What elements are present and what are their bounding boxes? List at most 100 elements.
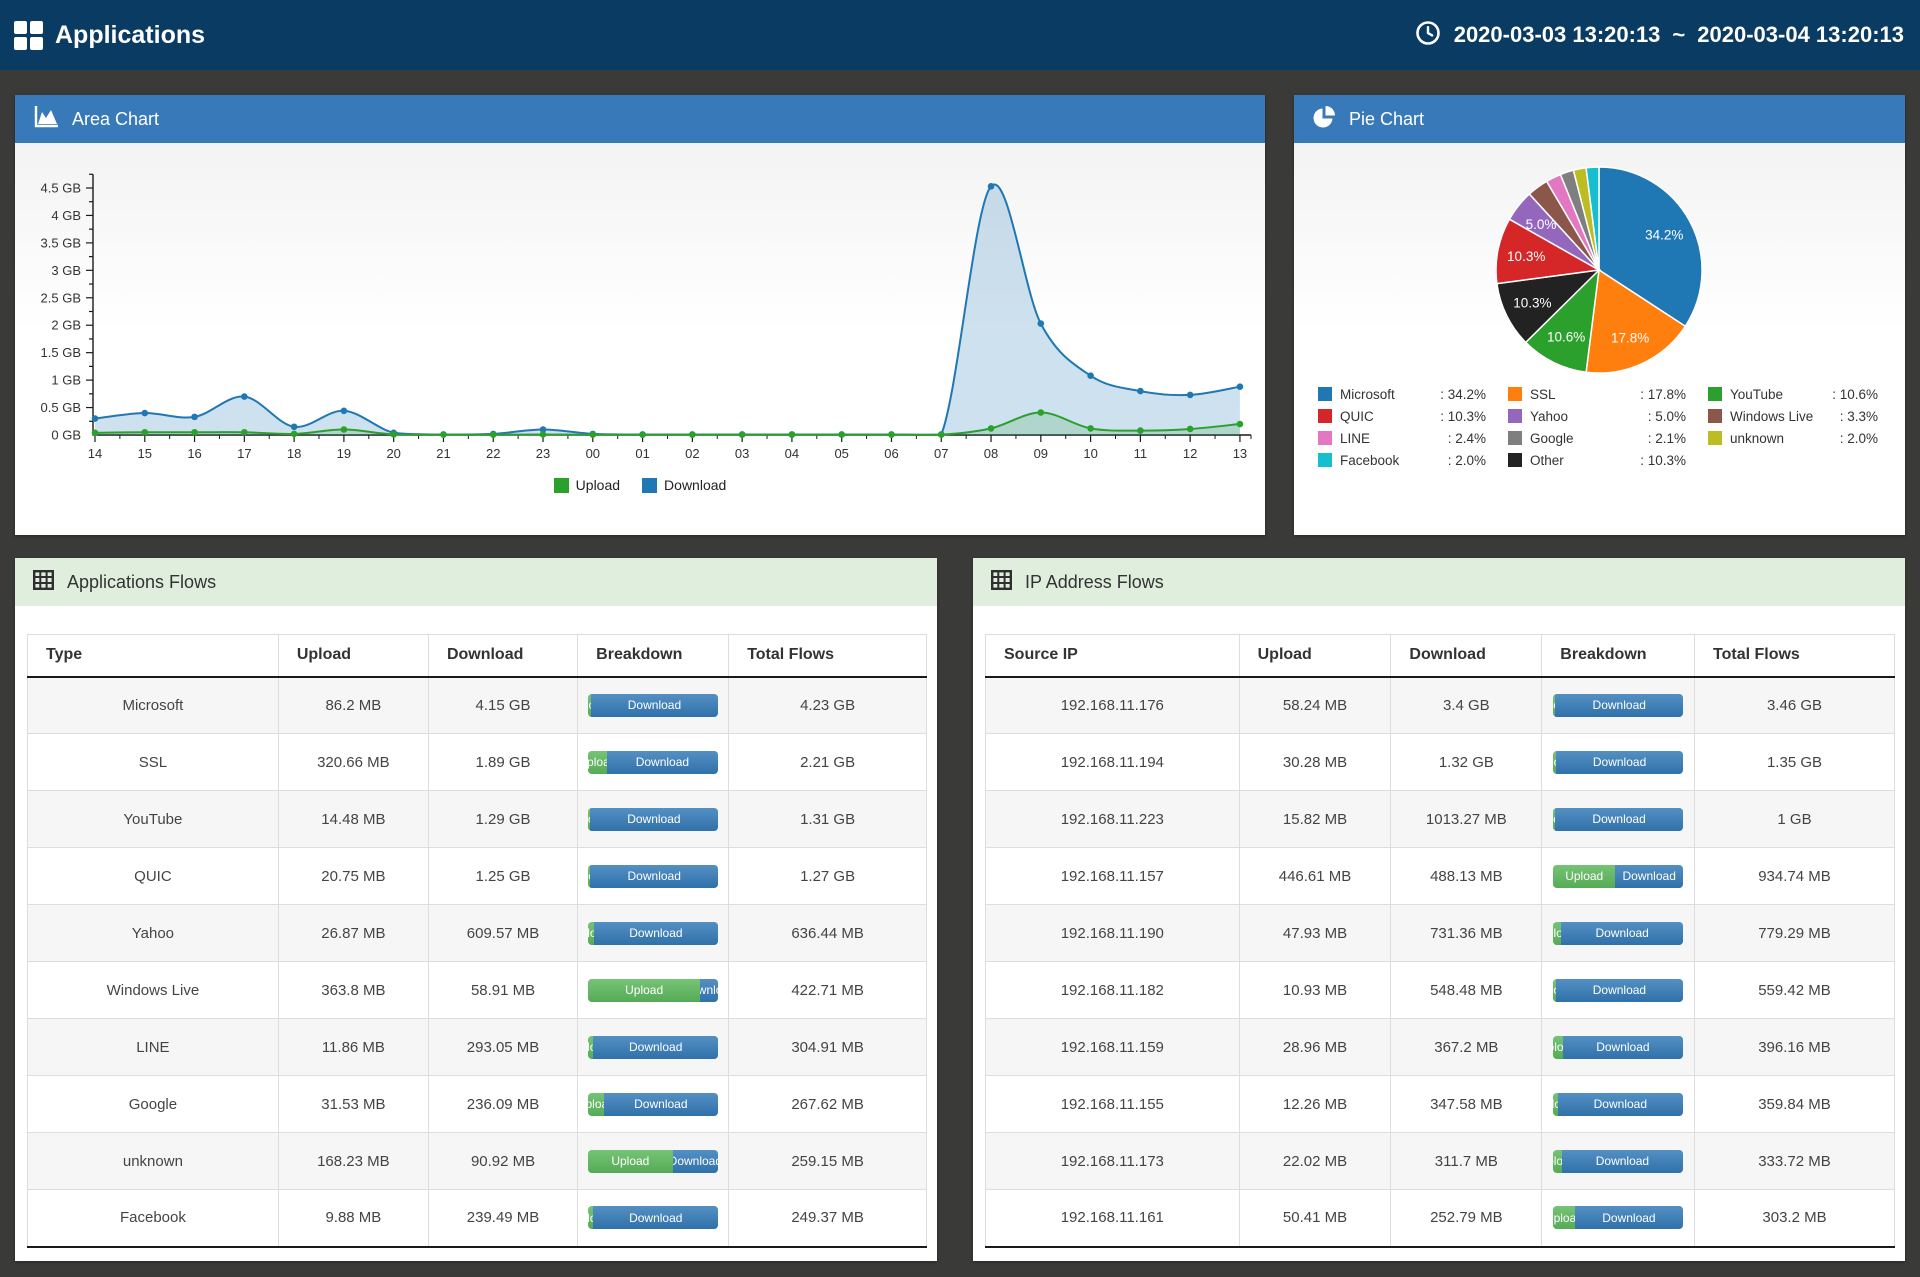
breakdown-download-label: Download <box>673 1154 719 1168</box>
pie-legend-item-google[interactable]: Google : 2.1% <box>1508 427 1686 449</box>
legend-swatch <box>1508 409 1522 423</box>
svg-text:1.5 GB: 1.5 GB <box>41 345 81 360</box>
cell-total-flows: 267.62 MB <box>729 1076 927 1133</box>
breakdown-download-label: Download <box>700 983 718 997</box>
pie-chart-svg[interactable]: 34.2%17.8%10.6%10.3%10.3%5.0% <box>1294 143 1905 381</box>
table-row: 192.168.11.157446.61 MB488.13 MBUploadDo… <box>986 848 1895 905</box>
legend-item-upload[interactable]: Upload <box>554 477 620 493</box>
cell-breakdown: UploadDownload <box>1542 1019 1695 1076</box>
cell-type: LINE <box>28 1019 279 1076</box>
cell-total-flows: 636.44 MB <box>729 905 927 962</box>
data-point-upload <box>191 429 198 436</box>
cell-upload: 20.75 MB <box>278 848 428 905</box>
cell-type: Facebook <box>28 1190 279 1247</box>
legend-item-download[interactable]: Download <box>642 477 726 493</box>
date-range-text: 2020-03-03 13:20:13 ~ 2020-03-04 13:20:1… <box>1454 22 1904 48</box>
cell-total-flows: 333.72 MB <box>1695 1133 1895 1190</box>
applications-flows-panel: Applications Flows TypeUploadDownloadBre… <box>15 558 937 1261</box>
pie-legend-item-microsoft[interactable]: Microsoft: 34.2% <box>1318 383 1486 405</box>
table-row: 192.168.11.18210.93 MB548.48 MBUploadDow… <box>986 962 1895 1019</box>
legend-swatch <box>1318 409 1332 423</box>
svg-text:4 GB: 4 GB <box>51 208 81 223</box>
breakdown-bar: UploadDownload <box>588 979 718 1002</box>
cell-download: 1.32 GB <box>1391 734 1542 791</box>
svg-text:18: 18 <box>287 446 301 461</box>
date-range-picker[interactable]: 2020-03-03 13:20:13 ~ 2020-03-04 13:20:1… <box>1414 19 1904 52</box>
legend-value: : 10.3% <box>1440 409 1486 424</box>
pie-chart-body: 34.2%17.8%10.6%10.3%10.3%5.0% Microsoft:… <box>1294 143 1905 535</box>
breakdown-download-label: Download <box>1593 755 1646 769</box>
svg-text:3.5 GB: 3.5 GB <box>41 235 81 250</box>
breakdown-download-label: Download <box>629 1211 682 1225</box>
cell-type: 192.168.11.173 <box>986 1133 1240 1190</box>
breakdown-download-label: Download <box>629 1040 682 1054</box>
legend-label: Google <box>1530 431 1574 446</box>
cell-total-flows: 1.27 GB <box>729 848 927 905</box>
cell-upload: 11.86 MB <box>278 1019 428 1076</box>
data-point-upload <box>888 431 895 438</box>
area-chart-panel-header: Area Chart <box>15 95 1265 143</box>
breakdown-bar: UploadDownload <box>1553 1093 1683 1116</box>
pie-legend-item-windows-live[interactable]: Windows Live: 3.3% <box>1708 405 1878 427</box>
area-chart-legend[interactable]: Upload Download <box>15 477 1265 493</box>
column-header: Download <box>1391 635 1542 677</box>
cell-download: 293.05 MB <box>428 1019 577 1076</box>
breakdown-download-segment: Download <box>590 808 719 831</box>
cell-breakdown: UploadDownload <box>578 848 729 905</box>
cell-type: 192.168.11.223 <box>986 791 1240 848</box>
area-chart-title: Area Chart <box>72 109 159 130</box>
legend-swatch <box>1318 431 1332 445</box>
breakdown-download-label: Download <box>1592 812 1645 826</box>
breakdown-download-segment: Download <box>1556 979 1683 1002</box>
cell-download: 1013.27 MB <box>1391 791 1542 848</box>
legend-label: LINE <box>1340 431 1370 446</box>
pie-legend-item-ssl[interactable]: SSL: 17.8% <box>1508 383 1686 405</box>
ip-address-flows-panel: IP Address Flows Source IPUploadDownload… <box>973 558 1905 1261</box>
svg-text:00: 00 <box>586 446 600 461</box>
svg-text:07: 07 <box>934 446 948 461</box>
cell-breakdown: UploadDownload <box>1542 1133 1695 1190</box>
series-download[interactable] <box>92 183 1244 438</box>
data-point-upload <box>241 429 248 436</box>
pie-chart-legend[interactable]: Microsoft: 34.2%QUIC: 10.3%LINE: 2.4%Fac… <box>1318 383 1878 471</box>
column-header: Upload <box>278 635 428 677</box>
legend-value: : 2.1% <box>1648 431 1686 446</box>
svg-text:4.5 GB: 4.5 GB <box>41 180 81 195</box>
pie-legend-item-other[interactable]: Other: 10.3% <box>1508 449 1686 471</box>
pie-legend-item-facebook[interactable]: Facebook: 2.0% <box>1318 449 1486 471</box>
breakdown-download-label: Download <box>628 698 681 712</box>
cell-breakdown: UploadDownload <box>578 677 729 734</box>
pie-legend-item-yahoo[interactable]: Yahoo: 5.0% <box>1508 405 1686 427</box>
table-row: 192.168.11.15512.26 MB347.58 MBUploadDow… <box>986 1076 1895 1133</box>
cell-breakdown: UploadDownload <box>1542 848 1695 905</box>
svg-text:0 GB: 0 GB <box>51 428 81 443</box>
cell-total-flows: 1 GB <box>1695 791 1895 848</box>
breakdown-download-segment: Download <box>1555 808 1683 831</box>
breakdown-download-label: Download <box>628 869 681 883</box>
pie-legend-item-youtube[interactable]: YouTube: 10.6% <box>1708 383 1878 405</box>
table-row: Microsoft86.2 MB4.15 GBUploadDownload4.2… <box>28 677 927 734</box>
legend-value: : 10.6% <box>1832 387 1878 402</box>
breakdown-bar: UploadDownload <box>1553 1206 1683 1229</box>
pie-legend-item-line[interactable]: LINE: 2.4% <box>1318 427 1486 449</box>
pie-legend-item-unknown[interactable]: unknown: 2.0% <box>1708 427 1878 449</box>
cell-download: 731.36 MB <box>1391 905 1542 962</box>
svg-text:16: 16 <box>187 446 201 461</box>
data-point-download <box>988 183 995 190</box>
table-row: 192.168.11.17658.24 MB3.4 GBUploadDownlo… <box>986 677 1895 734</box>
table-row: Yahoo26.87 MB609.57 MBUploadDownload636.… <box>28 905 927 962</box>
svg-text:05: 05 <box>834 446 848 461</box>
breakdown-download-label: Download <box>1593 698 1646 712</box>
cell-download: 1.25 GB <box>428 848 577 905</box>
svg-text:2.5 GB: 2.5 GB <box>41 290 81 305</box>
legend-value: : 17.8% <box>1640 387 1686 402</box>
cell-download: 1.29 GB <box>428 791 577 848</box>
data-point-upload <box>1187 426 1194 433</box>
cell-breakdown: UploadDownload <box>1542 1076 1695 1133</box>
cell-breakdown: UploadDownload <box>578 962 729 1019</box>
breakdown-upload-segment: Upload <box>588 751 606 774</box>
breakdown-bar: UploadDownload <box>588 865 718 888</box>
pie-legend-item-quic[interactable]: QUIC: 10.3% <box>1318 405 1486 427</box>
breakdown-bar: UploadDownload <box>1553 922 1683 945</box>
breakdown-download-label: Download <box>636 755 689 769</box>
